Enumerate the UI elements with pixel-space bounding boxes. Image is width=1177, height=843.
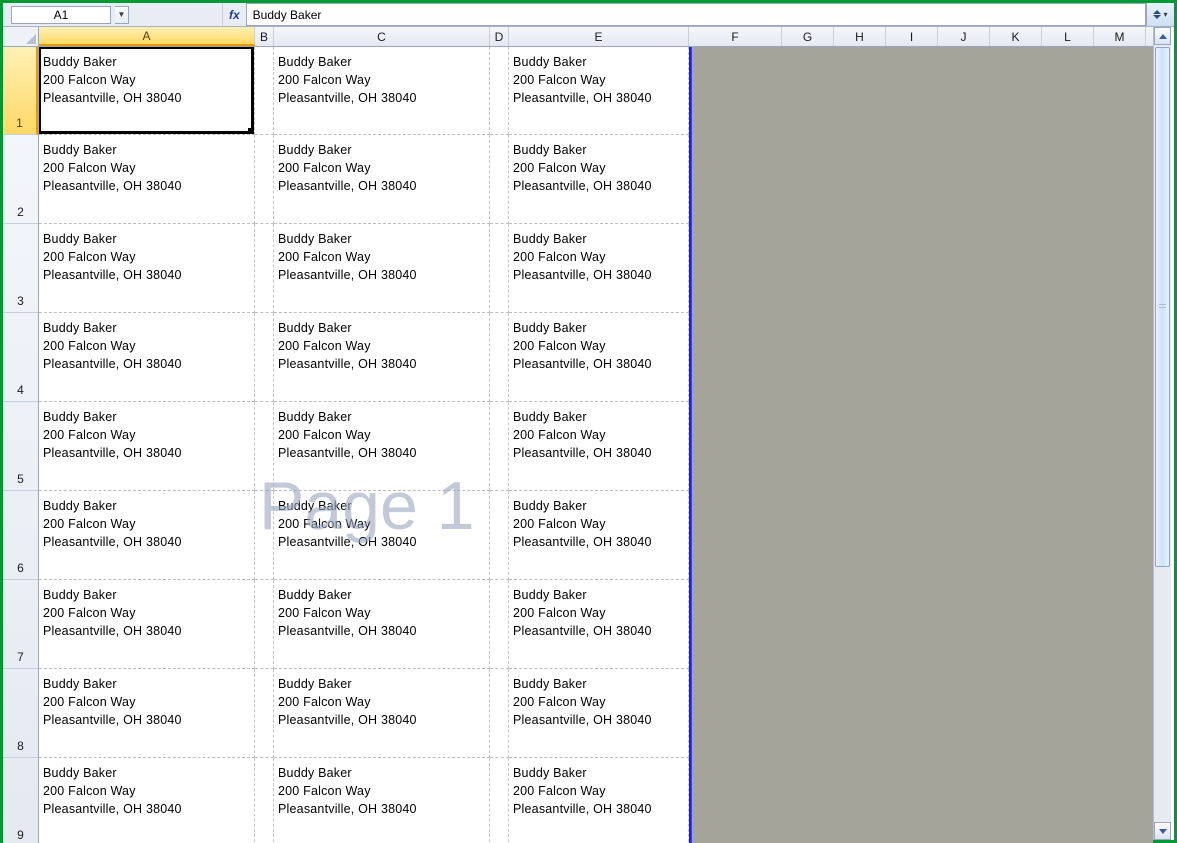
column-header-M[interactable]: M (1094, 27, 1146, 46)
row-header-5[interactable]: 5 (3, 402, 38, 491)
name-box[interactable]: A1 (11, 6, 111, 24)
row-header-6[interactable]: 6 (3, 491, 38, 580)
column-header-K[interactable]: K (990, 27, 1042, 46)
vertical-scrollbar[interactable] (1153, 27, 1171, 840)
cell-A8[interactable]: Buddy Baker 200 Falcon Way Pleasantville… (39, 669, 255, 758)
column-header-D[interactable]: D (490, 27, 509, 46)
column-header-H[interactable]: H (834, 27, 886, 46)
cell-D1[interactable] (490, 47, 509, 135)
sheet: ABCDEFGHIJKLM 123456789 Page 1 Buddy Bak… (3, 27, 1153, 840)
column-header-J[interactable]: J (938, 27, 990, 46)
cell-A1[interactable]: Buddy Baker 200 Falcon Way Pleasantville… (39, 47, 255, 135)
cell-A4[interactable]: Buddy Baker 200 Falcon Way Pleasantville… (39, 313, 255, 402)
cell-D9[interactable] (490, 758, 509, 843)
column-header-G[interactable]: G (782, 27, 834, 46)
cell-C3[interactable]: Buddy Baker 200 Falcon Way Pleasantville… (274, 224, 490, 313)
row-header-8[interactable]: 8 (3, 669, 38, 758)
cell-A3[interactable]: Buddy Baker 200 Falcon Way Pleasantville… (39, 224, 255, 313)
main-area: ABCDEFGHIJKLM 123456789 Page 1 Buddy Bak… (3, 27, 1174, 840)
cell-C2[interactable]: Buddy Baker 200 Falcon Way Pleasantville… (274, 135, 490, 224)
cell-E8[interactable]: Buddy Baker 200 Falcon Way Pleasantville… (509, 669, 689, 758)
cell-B7[interactable] (255, 580, 274, 669)
scroll-down-button[interactable] (1154, 822, 1171, 840)
row-headers: 123456789 (3, 47, 39, 843)
scroll-up-button[interactable] (1154, 27, 1171, 45)
column-header-C[interactable]: C (274, 27, 490, 46)
row-header-1[interactable]: 1 (3, 47, 38, 135)
out-of-page-area (691, 47, 1153, 843)
cell-C6[interactable]: Buddy Baker 200 Falcon Way Pleasantville… (274, 491, 490, 580)
cell-C1[interactable]: Buddy Baker 200 Falcon Way Pleasantville… (274, 47, 490, 135)
cell-A5[interactable]: Buddy Baker 200 Falcon Way Pleasantville… (39, 402, 255, 491)
row-header-7[interactable]: 7 (3, 580, 38, 669)
grid-body[interactable]: Page 1 Buddy Baker 200 Falcon Way Pleasa… (39, 47, 1153, 843)
fx-group: fx (223, 8, 246, 22)
row-header-9[interactable]: 9 (3, 758, 38, 843)
cell-A9[interactable]: Buddy Baker 200 Falcon Way Pleasantville… (39, 758, 255, 843)
fx-icon[interactable]: fx (229, 8, 240, 22)
column-header-F[interactable]: F (689, 27, 782, 46)
column-header-L[interactable]: L (1042, 27, 1094, 46)
cell-E5[interactable]: Buddy Baker 200 Falcon Way Pleasantville… (509, 402, 689, 491)
column-headers: ABCDEFGHIJKLM (39, 27, 1153, 47)
cell-E3[interactable]: Buddy Baker 200 Falcon Way Pleasantville… (509, 224, 689, 313)
cell-B5[interactable] (255, 402, 274, 491)
cell-A2[interactable]: Buddy Baker 200 Falcon Way Pleasantville… (39, 135, 255, 224)
cell-B3[interactable] (255, 224, 274, 313)
cell-D4[interactable] (490, 313, 509, 402)
cell-C7[interactable]: Buddy Baker 200 Falcon Way Pleasantville… (274, 580, 490, 669)
formula-expand[interactable]: ▾ (1146, 3, 1174, 26)
formula-input[interactable] (247, 4, 1145, 25)
row-header-4[interactable]: 4 (3, 313, 38, 402)
cell-E4[interactable]: Buddy Baker 200 Falcon Way Pleasantville… (509, 313, 689, 402)
cell-B2[interactable] (255, 135, 274, 224)
cell-E7[interactable]: Buddy Baker 200 Falcon Way Pleasantville… (509, 580, 689, 669)
column-header-A[interactable]: A (39, 27, 255, 46)
cell-D3[interactable] (490, 224, 509, 313)
cell-E9[interactable]: Buddy Baker 200 Falcon Way Pleasantville… (509, 758, 689, 843)
cell-C5[interactable]: Buddy Baker 200 Falcon Way Pleasantville… (274, 402, 490, 491)
cell-B8[interactable] (255, 669, 274, 758)
cell-C8[interactable]: Buddy Baker 200 Falcon Way Pleasantville… (274, 669, 490, 758)
scroll-track[interactable] (1154, 45, 1171, 822)
cell-E6[interactable]: Buddy Baker 200 Falcon Way Pleasantville… (509, 491, 689, 580)
column-header-E[interactable]: E (509, 27, 689, 46)
name-box-container: A1 ▼ (3, 3, 133, 26)
cell-B6[interactable] (255, 491, 274, 580)
cell-C9[interactable]: Buddy Baker 200 Falcon Way Pleasantville… (274, 758, 490, 843)
cell-E2[interactable]: Buddy Baker 200 Falcon Way Pleasantville… (509, 135, 689, 224)
cell-D5[interactable] (490, 402, 509, 491)
cell-B4[interactable] (255, 313, 274, 402)
column-header-B[interactable]: B (255, 27, 274, 46)
cell-D6[interactable] (490, 491, 509, 580)
cell-B1[interactable] (255, 47, 274, 135)
cell-D8[interactable] (490, 669, 509, 758)
cell-A6[interactable]: Buddy Baker 200 Falcon Way Pleasantville… (39, 491, 255, 580)
cell-D7[interactable] (490, 580, 509, 669)
scroll-thumb[interactable] (1155, 47, 1170, 567)
formula-input-wrap (246, 3, 1146, 26)
row-header-3[interactable]: 3 (3, 224, 38, 313)
select-all-corner[interactable] (3, 27, 39, 47)
cell-A7[interactable]: Buddy Baker 200 Falcon Way Pleasantville… (39, 580, 255, 669)
cell-B9[interactable] (255, 758, 274, 843)
cell-C4[interactable]: Buddy Baker 200 Falcon Way Pleasantville… (274, 313, 490, 402)
cell-D2[interactable] (490, 135, 509, 224)
row-header-2[interactable]: 2 (3, 135, 38, 224)
formula-bar: A1 ▼ fx ▾ (3, 3, 1174, 27)
column-header-I[interactable]: I (886, 27, 938, 46)
cell-E1[interactable]: Buddy Baker 200 Falcon Way Pleasantville… (509, 47, 689, 135)
name-box-dropdown[interactable]: ▼ (115, 6, 129, 24)
